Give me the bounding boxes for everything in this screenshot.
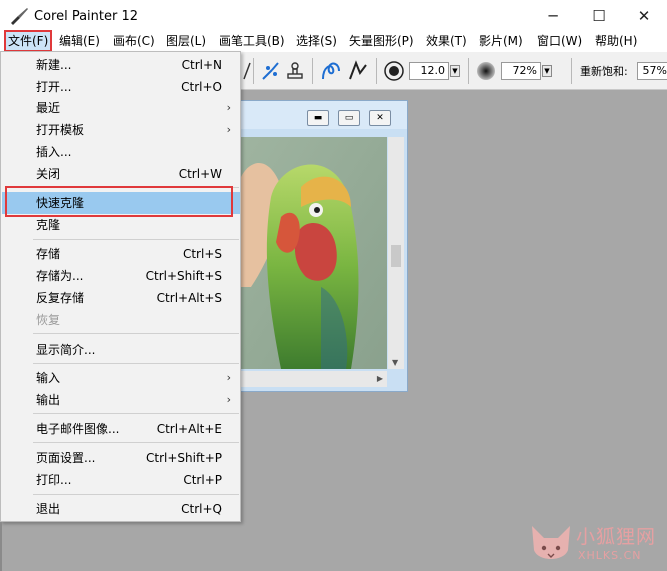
opacity-icon bbox=[475, 52, 497, 90]
fox-logo-icon bbox=[532, 526, 570, 559]
menu-canvas[interactable]: 画布(C) bbox=[113, 30, 155, 52]
watermark-subtext: XHLKS.CN bbox=[578, 549, 642, 562]
menu-layers[interactable]: 图层(L) bbox=[166, 30, 206, 52]
document-vertical-scrollbar[interactable]: ▼ bbox=[388, 137, 404, 369]
parrot-image[interactable] bbox=[241, 137, 387, 369]
painter-brush-icon bbox=[8, 5, 30, 27]
menu-item-save[interactable]: 存储 Ctrl+S bbox=[2, 243, 240, 265]
submenu-arrow-icon: › bbox=[226, 371, 231, 384]
menu-item-close[interactable]: 关闭 Ctrl+W bbox=[2, 163, 240, 185]
file-menu: 新建... Ctrl+N 打开... Ctrl+O 最近 › 打开模板 › 插入... … bbox=[0, 51, 241, 522]
resaturation-label: 重新饱和: bbox=[580, 65, 628, 78]
menu-item-email-image[interactable]: 电子邮件图像... Ctrl+Alt+E bbox=[2, 418, 240, 440]
close-button[interactable]: ✕ bbox=[621, 0, 667, 32]
menu-edit[interactable]: 编辑(E) bbox=[59, 30, 100, 52]
opacity-dropdown-icon[interactable]: ▼ bbox=[542, 65, 552, 77]
doc-close-button[interactable]: ✕ bbox=[369, 110, 391, 126]
menu-item-print[interactable]: 打印... Ctrl+P bbox=[2, 469, 240, 491]
menu-shapes[interactable]: 矢量图形(P) bbox=[349, 30, 414, 52]
menu-item-page-setup[interactable]: 页面设置... Ctrl+Shift+P bbox=[2, 447, 240, 469]
brush-size-dropdown-icon[interactable]: ▼ bbox=[450, 65, 460, 77]
menu-item-iterative-save[interactable]: 反复存储 Ctrl+Alt+S bbox=[2, 287, 240, 309]
menu-select[interactable]: 选择(S) bbox=[296, 30, 337, 52]
menu-help[interactable]: 帮助(H) bbox=[595, 30, 637, 52]
watermark: 小狐狸网 XHLKS.CN bbox=[528, 518, 667, 571]
submenu-arrow-icon: › bbox=[226, 123, 231, 136]
menu-window[interactable]: 窗口(W) bbox=[537, 30, 582, 52]
menu-effects[interactable]: 效果(T) bbox=[426, 30, 467, 52]
workspace-edge bbox=[0, 522, 2, 571]
brush-size-input[interactable]: 12.0 bbox=[409, 62, 449, 80]
stamp-icon[interactable] bbox=[284, 52, 306, 90]
brush-tip-icon[interactable] bbox=[243, 52, 251, 90]
minimize-button[interactable]: ─ bbox=[530, 0, 576, 32]
opacity-input[interactable]: 72% bbox=[501, 62, 541, 80]
menu-bar: 文件(F) 编辑(E) 画布(C) 图层(L) 画笔工具(B) 选择(S) 矢量… bbox=[0, 30, 667, 52]
menu-item-new[interactable]: 新建... Ctrl+N bbox=[2, 54, 240, 76]
menu-file[interactable]: 文件(F) bbox=[4, 30, 53, 52]
menu-item-open[interactable]: 打开... Ctrl+O bbox=[2, 76, 240, 98]
submenu-arrow-icon: › bbox=[226, 393, 231, 406]
menu-item-clone[interactable]: 克隆 bbox=[2, 214, 240, 236]
window-title: Corel Painter 12 bbox=[34, 8, 139, 24]
resaturation-input[interactable]: 57% bbox=[637, 62, 667, 80]
menu-item-import[interactable]: 输入 › bbox=[2, 367, 240, 389]
maximize-button[interactable]: ☐ bbox=[576, 0, 622, 32]
menu-item-get-info[interactable]: 显示简介... bbox=[2, 339, 240, 361]
menu-item-insert[interactable]: 插入... bbox=[2, 141, 240, 163]
brush-size-icon bbox=[383, 52, 405, 90]
title-bar: Corel Painter 12 ─ ☐ ✕ bbox=[0, 0, 667, 32]
menu-item-open-template[interactable]: 打开模板 › bbox=[2, 119, 240, 141]
straight-line-stroke-icon[interactable] bbox=[346, 52, 370, 90]
menu-brush-tools[interactable]: 画笔工具(B) bbox=[219, 30, 285, 52]
document-title-bar[interactable]: ▬ ▭ ✕ bbox=[223, 101, 407, 129]
menu-item-export[interactable]: 输出 › bbox=[2, 389, 240, 411]
menu-item-quit[interactable]: 退出 Ctrl+Q bbox=[2, 498, 240, 520]
menu-item-recent[interactable]: 最近 › bbox=[2, 97, 240, 119]
submenu-arrow-icon: › bbox=[226, 101, 231, 114]
freehand-stroke-icon[interactable] bbox=[319, 52, 343, 90]
brush-ghost-icon[interactable] bbox=[260, 52, 282, 90]
watermark-text: 小狐狸网 bbox=[576, 526, 657, 548]
doc-maximize-button[interactable]: ▭ bbox=[338, 110, 360, 126]
document-horizontal-scrollbar[interactable]: ▶ bbox=[241, 371, 387, 387]
doc-minimize-button[interactable]: ▬ bbox=[307, 110, 329, 126]
menu-movie[interactable]: 影片(M) bbox=[479, 30, 523, 52]
menu-item-revert: 恢复 bbox=[36, 313, 61, 327]
menu-item-save-as[interactable]: 存储为... Ctrl+Shift+S bbox=[2, 265, 240, 287]
document-window: ▬ ▭ ✕ ▼ ▶ bbox=[222, 100, 408, 392]
annotation-highlight-box bbox=[5, 186, 233, 217]
